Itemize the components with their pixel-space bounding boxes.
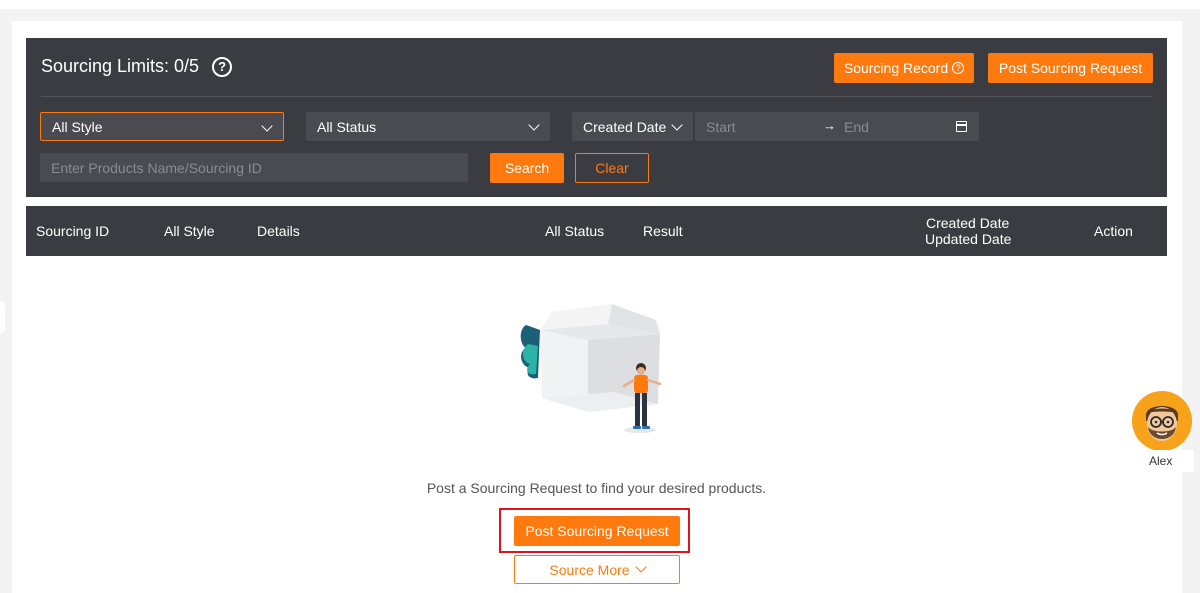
- sourcing-record-label: Sourcing Record: [843, 60, 949, 76]
- chevron-down-icon: [528, 119, 540, 131]
- start-date-field[interactable]: Start: [706, 119, 736, 135]
- sourcing-limits-label: Sourcing Limits: 0/5: [41, 56, 200, 76]
- post-sourcing-request-cta-button[interactable]: Post Sourcing Request: [514, 516, 680, 546]
- help-icon[interactable]: ?: [212, 56, 233, 77]
- column-sourcing-id: Sourcing ID: [36, 223, 110, 239]
- end-date-field[interactable]: End: [844, 119, 869, 135]
- column-result: Result: [643, 223, 683, 239]
- date-range-picker[interactable]: Start → End: [695, 112, 979, 141]
- chevron-down-icon: [671, 119, 683, 131]
- sourcing-limits: Sourcing Limits: 0/5 ?: [41, 56, 233, 77]
- status-select-value: All Status: [317, 118, 377, 135]
- style-select-value: All Style: [52, 118, 103, 135]
- search-button[interactable]: Search: [490, 153, 564, 183]
- assistant-widget[interactable]: Alex: [1132, 391, 1194, 472]
- table-header: Sourcing ID All Style Details All Status…: [26, 206, 1167, 256]
- date-type-select[interactable]: Created Date: [572, 112, 693, 141]
- assistant-name: Alex: [1140, 450, 1194, 472]
- range-arrow-icon: →: [823, 118, 836, 133]
- clear-button[interactable]: Clear: [575, 153, 649, 183]
- column-status[interactable]: All Status: [545, 223, 604, 239]
- search-input[interactable]: [40, 153, 468, 182]
- chevron-down-icon: [634, 561, 647, 573]
- panel-divider: [41, 96, 1152, 97]
- source-more-button[interactable]: Source More: [514, 555, 680, 584]
- empty-state-message: Post a Sourcing Request to find your des…: [426, 480, 767, 496]
- column-action: Action: [1094, 223, 1133, 239]
- empty-box-illustration: [520, 304, 662, 433]
- filter-panel: Sourcing Limits: 0/5 ? Sourcing Record ?…: [26, 38, 1167, 197]
- column-details: Details: [257, 223, 300, 239]
- left-edge-tab[interactable]: [0, 301, 5, 333]
- status-select[interactable]: All Status: [306, 112, 550, 141]
- top-strip: [0, 0, 1200, 9]
- source-more-label: Source More: [549, 561, 630, 578]
- date-type-select-value: Created Date: [583, 118, 667, 135]
- column-style[interactable]: All Style: [164, 223, 215, 239]
- record-help-icon: ?: [952, 62, 965, 74]
- column-created-date: Created Date: [926, 215, 1010, 231]
- assistant-avatar[interactable]: [1132, 391, 1192, 451]
- avatar-face-icon: [1132, 391, 1192, 451]
- chevron-down-icon: [261, 120, 273, 132]
- style-select[interactable]: All Style: [40, 112, 284, 141]
- sourcing-record-button[interactable]: Sourcing Record ?: [834, 53, 974, 83]
- calendar-icon[interactable]: [956, 121, 967, 132]
- column-updated-date: Updated Date: [925, 231, 1012, 247]
- post-sourcing-request-button[interactable]: Post Sourcing Request: [988, 53, 1153, 83]
